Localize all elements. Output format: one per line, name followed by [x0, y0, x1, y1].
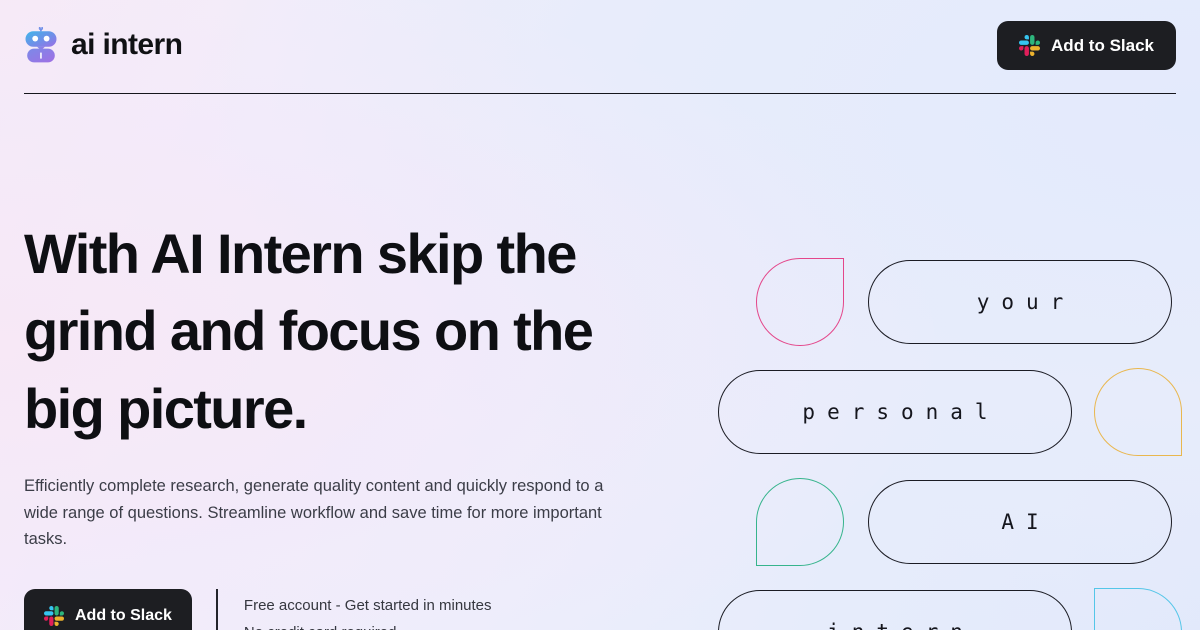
artwork-row-3: AI — [756, 478, 1172, 566]
add-to-slack-button-hero[interactable]: Add to Slack — [24, 589, 192, 630]
add-to-slack-label: Add to Slack — [1051, 35, 1154, 55]
artwork-pill-intern: intern — [718, 590, 1072, 630]
cta-note-no-credit-card: No credit card required — [244, 624, 492, 630]
artwork-pill-personal-label: personal — [802, 400, 1000, 424]
hero-copy: With AI Intern skip the grind and focus … — [24, 215, 644, 553]
page-title: With AI Intern skip the grind and focus … — [24, 222, 594, 440]
landing-page: ai intern Add to Slack With AI Intern sk… — [0, 0, 1200, 630]
artwork-pill-ai: AI — [868, 480, 1172, 564]
artwork-pill-intern-label: intern — [815, 620, 975, 630]
slack-icon — [44, 605, 64, 626]
artwork-row-2: personal — [718, 368, 1182, 456]
teardrop-pink-icon — [756, 258, 844, 346]
robot-head-icon — [24, 27, 58, 63]
artwork-pill-your: your — [868, 260, 1172, 344]
teardrop-yellow-icon — [1094, 368, 1182, 456]
cta-divider — [215, 589, 218, 630]
cta-note-free-account: Free account - Get started in minutes — [243, 597, 492, 614]
artwork-pill-ai-label: AI — [1001, 510, 1051, 534]
teardrop-green-icon — [756, 478, 844, 566]
hero-artwork: your personal AI intern — [700, 240, 1200, 630]
header-divider — [24, 93, 1176, 94]
cta-notes: Free account - Get started in minutes No… — [244, 589, 492, 630]
brand-name: ai intern — [71, 28, 183, 61]
hero-cta-row: Add to Slack Free account - Get started … — [24, 589, 492, 630]
slack-icon — [1019, 34, 1041, 56]
artwork-row-1: your — [756, 258, 1172, 346]
artwork-pill-your-label: your — [976, 290, 1076, 314]
artwork-pill-personal: personal — [718, 370, 1072, 454]
teardrop-cyan-icon — [1094, 588, 1182, 630]
add-to-slack-label: Add to Slack — [75, 606, 172, 624]
add-to-slack-button-header[interactable]: Add to Slack — [997, 20, 1176, 70]
artwork-row-4: intern — [718, 588, 1182, 630]
hero-subtitle: Efficiently complete research, generate … — [24, 476, 604, 549]
brand-logo[interactable]: ai intern — [24, 27, 183, 63]
site-header: ai intern Add to Slack — [0, 0, 1200, 90]
